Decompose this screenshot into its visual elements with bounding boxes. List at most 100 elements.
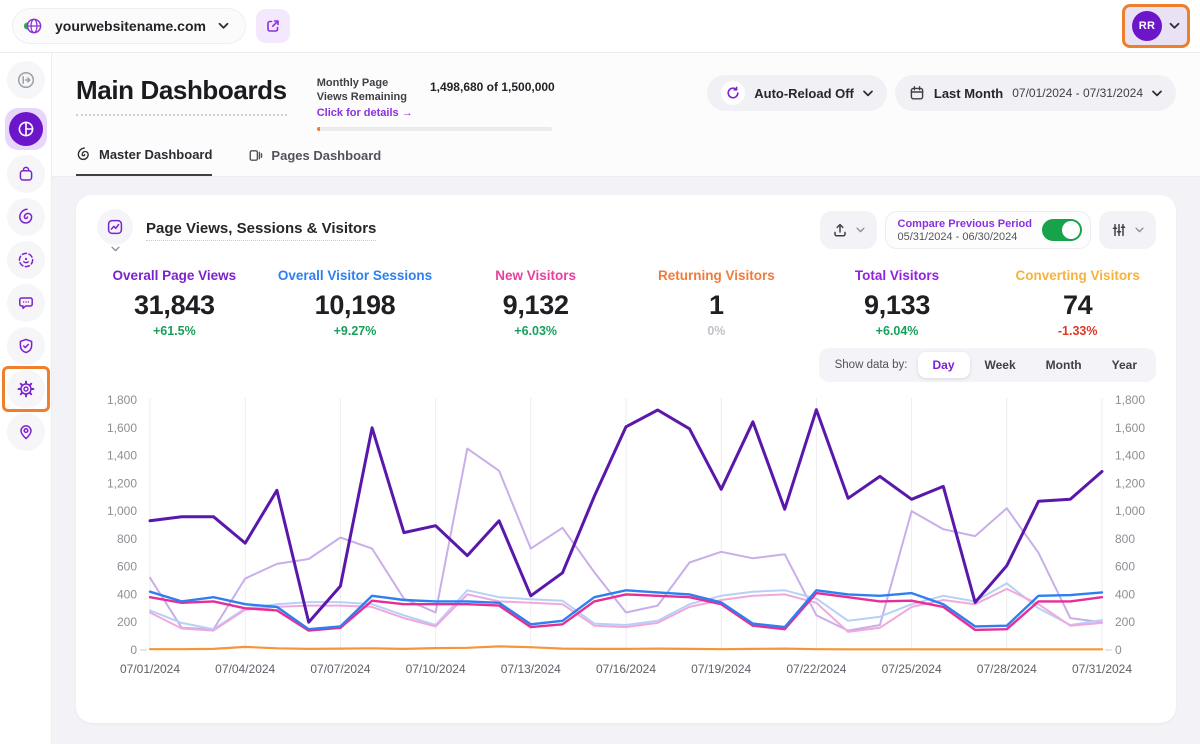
card-type-selector[interactable] xyxy=(96,209,134,252)
metric-label: Total Visitors xyxy=(807,268,988,283)
svg-text:07/13/2024: 07/13/2024 xyxy=(501,662,561,676)
external-link-icon xyxy=(265,18,281,34)
svg-text:07/31/2024: 07/31/2024 xyxy=(1072,662,1132,676)
quota-progress-bar xyxy=(317,127,552,131)
svg-text:07/10/2024: 07/10/2024 xyxy=(406,662,466,676)
feedback-chat-icon xyxy=(17,294,35,312)
svg-text:1,200: 1,200 xyxy=(1115,476,1145,490)
metric-label: Returning Visitors xyxy=(626,268,807,283)
quota-value: 1,498,680 of 1,500,000 xyxy=(430,80,555,94)
metric-overall-page-views[interactable]: Overall Page Views31,843+61.5% xyxy=(84,268,265,338)
quota-details-link[interactable]: Click for details → xyxy=(317,107,416,119)
svg-text:1,600: 1,600 xyxy=(1115,420,1145,434)
svg-text:0: 0 xyxy=(1115,643,1122,657)
svg-text:07/22/2024: 07/22/2024 xyxy=(786,662,846,676)
svg-text:07/07/2024: 07/07/2024 xyxy=(310,662,370,676)
date-preset-label: Last Month xyxy=(934,86,1003,101)
svg-text:0: 0 xyxy=(130,643,137,657)
sidebar-item-goals[interactable] xyxy=(7,198,45,236)
page-header: Main Dashboards Monthly Page Views Remai… xyxy=(52,53,1200,177)
svg-text:1,800: 1,800 xyxy=(107,393,137,407)
spiral-icon xyxy=(76,147,91,162)
show-data-by-day[interactable]: Day xyxy=(918,352,970,378)
compare-previous-period[interactable]: Compare Previous Period 05/31/2024 - 06/… xyxy=(885,211,1092,249)
sidebar-toggle[interactable] xyxy=(7,61,45,99)
quota-label: Monthly Page Views Remaining xyxy=(317,77,416,105)
orders-bag-icon xyxy=(17,165,35,183)
chevron-down-icon xyxy=(218,22,229,30)
chevron-down-icon xyxy=(1152,90,1162,97)
metric-change: 0% xyxy=(626,324,807,338)
sidebar-item-security[interactable] xyxy=(7,327,45,365)
metric-new-visitors[interactable]: New Visitors9,132+6.03% xyxy=(445,268,626,338)
metric-value: 9,132 xyxy=(445,290,626,321)
svg-text:1,600: 1,600 xyxy=(107,420,137,434)
svg-text:800: 800 xyxy=(1115,531,1135,545)
sidebar-item-dashboards[interactable] xyxy=(5,108,47,150)
metric-change: +6.04% xyxy=(807,324,988,338)
dashboard-tabs: Master Dashboard Pages Dashboard xyxy=(76,147,1176,176)
auto-reload-dropdown[interactable]: Auto-Reload Off xyxy=(707,75,887,111)
metric-value: 74 xyxy=(987,290,1168,321)
sidebar-item-sessions[interactable] xyxy=(7,241,45,279)
site-selector[interactable]: yourwebsitename.com xyxy=(12,8,246,44)
svg-text:1,400: 1,400 xyxy=(1115,448,1145,462)
sliders-icon xyxy=(1111,222,1127,238)
svg-text:800: 800 xyxy=(117,531,137,545)
quota-widget: Monthly Page Views Remaining Click for d… xyxy=(317,77,555,131)
line-chart-icon xyxy=(106,218,124,236)
visitor-location-icon xyxy=(17,423,35,441)
svg-text:1,200: 1,200 xyxy=(107,476,137,490)
svg-text:1,800: 1,800 xyxy=(1115,393,1145,407)
show-data-by-segmented: Show data by: DayWeekMonthYear xyxy=(819,348,1156,382)
export-button[interactable] xyxy=(820,211,877,249)
svg-text:1,000: 1,000 xyxy=(107,504,137,518)
tab-label: Pages Dashboard xyxy=(271,148,381,163)
date-range-text: 07/01/2024 - 07/31/2024 xyxy=(1012,86,1143,100)
open-site-button[interactable] xyxy=(256,9,290,43)
metric-change: -1.33% xyxy=(987,324,1168,338)
metric-value: 1 xyxy=(626,290,807,321)
svg-text:1,000: 1,000 xyxy=(1115,504,1145,518)
compare-range: 05/31/2024 - 06/30/2024 xyxy=(898,231,1033,243)
compare-toggle[interactable] xyxy=(1042,219,1082,241)
export-upload-icon xyxy=(832,222,848,238)
pages-icon xyxy=(248,148,263,163)
sidebar-item-feedback[interactable] xyxy=(7,284,45,322)
show-data-by-year[interactable]: Year xyxy=(1097,352,1152,378)
quota-progress-fill xyxy=(317,127,320,131)
user-menu[interactable]: RR xyxy=(1122,4,1190,48)
sidebar-toggle-icon xyxy=(16,70,36,90)
sidebar-item-orders[interactable] xyxy=(7,155,45,193)
dashboards-pie-icon xyxy=(17,120,35,138)
settings-gear-icon xyxy=(16,379,36,399)
show-data-by-week[interactable]: Week xyxy=(970,352,1031,378)
metric-returning-visitors[interactable]: Returning Visitors 1 0% xyxy=(626,268,807,338)
date-range-picker[interactable]: Last Month 07/01/2024 - 07/31/2024 xyxy=(895,75,1176,111)
metric-label: Overall Page Views xyxy=(84,268,265,283)
metric-value: 10,198 xyxy=(265,290,446,321)
calendar-icon xyxy=(909,85,925,101)
svg-text:600: 600 xyxy=(117,559,137,573)
tab-label: Master Dashboard xyxy=(99,147,212,162)
metric-overall-visitor-sessions[interactable]: Overall Visitor Sessions10,198+9.27% xyxy=(265,268,446,338)
tab-pages-dashboard[interactable]: Pages Dashboard xyxy=(248,147,381,176)
sidebar-item-settings[interactable] xyxy=(7,370,45,408)
card-title: Page Views, Sessions & Visitors xyxy=(146,220,376,241)
svg-text:1,400: 1,400 xyxy=(107,448,137,462)
metric-total-visitors[interactable]: Total Visitors9,133+6.04% xyxy=(807,268,988,338)
show-data-by-label: Show data by: xyxy=(823,359,918,371)
svg-text:07/04/2024: 07/04/2024 xyxy=(215,662,275,676)
chart-settings-button[interactable] xyxy=(1099,211,1156,249)
tab-master-dashboard[interactable]: Master Dashboard xyxy=(76,147,212,176)
session-focus-icon xyxy=(17,251,35,269)
avatar[interactable]: RR xyxy=(1132,11,1162,41)
show-data-by-month[interactable]: Month xyxy=(1031,352,1097,378)
pageviews-card: Page Views, Sessions & Visitors Compare … xyxy=(76,195,1176,723)
sidebar-item-visitor-location[interactable] xyxy=(7,413,45,451)
chevron-down-icon xyxy=(856,227,865,233)
svg-text:07/25/2024: 07/25/2024 xyxy=(882,662,942,676)
refresh-icon xyxy=(721,81,745,105)
chevron-down-icon xyxy=(111,246,120,252)
metric-converting-visitors[interactable]: Converting Visitors74-1.33% xyxy=(987,268,1168,338)
